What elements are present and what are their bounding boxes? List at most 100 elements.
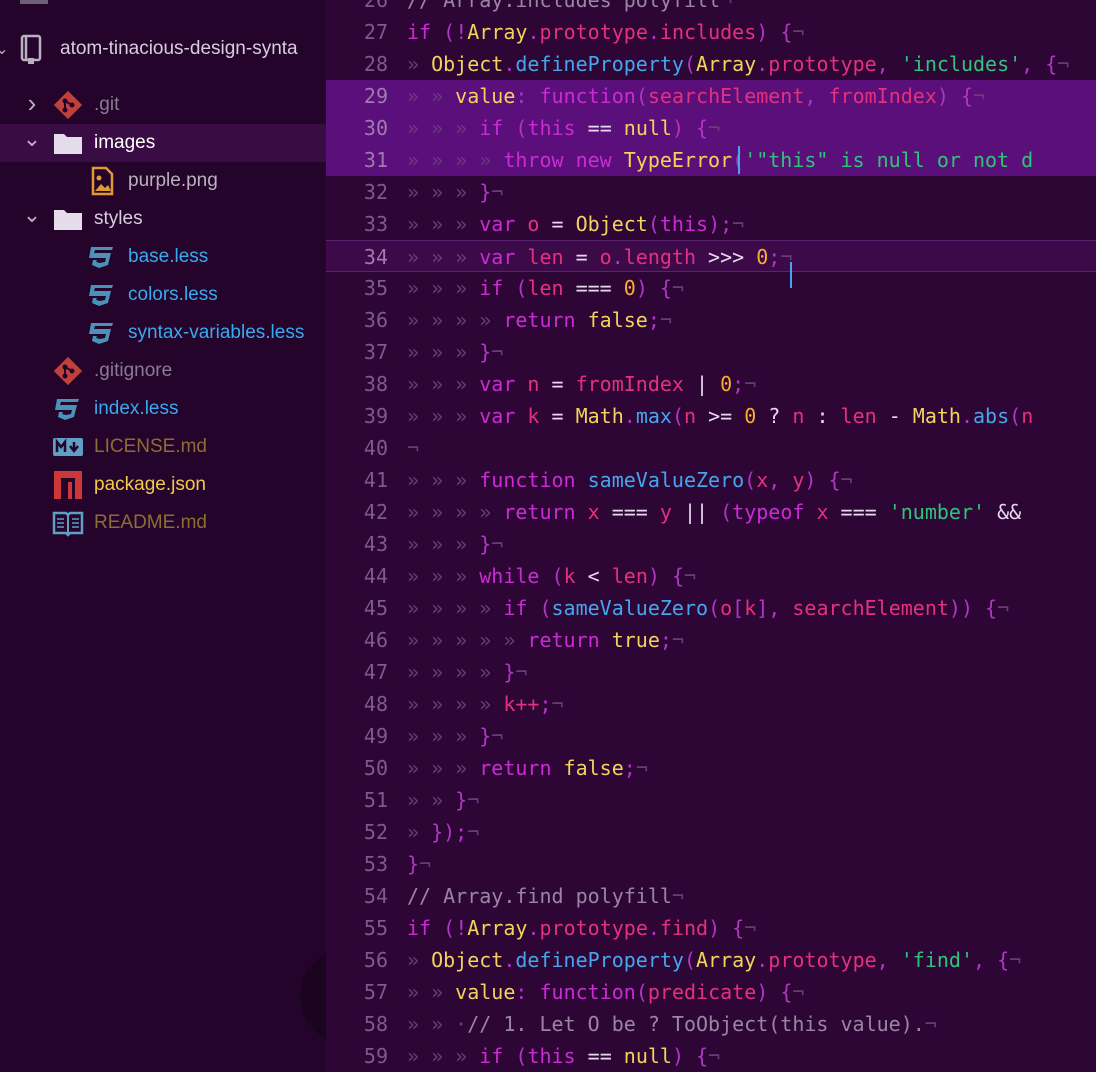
- chevron-down-icon: ⌄: [0, 41, 9, 58]
- code-line[interactable]: 59 » » » if (this == null) {¬: [326, 1040, 1096, 1072]
- chevron-right-icon[interactable]: ›: [22, 88, 42, 119]
- tree-item-syntax-variables-less[interactable]: syntax-variables.less: [0, 314, 326, 352]
- code-line[interactable]: 49 » » » }¬: [326, 720, 1096, 752]
- code-line[interactable]: 28 » Object.defineProperty(Array.prototyp…: [326, 48, 1096, 80]
- line-number: 36: [363, 308, 388, 332]
- code-text: » » » » throw new TypeError('"this" is n…: [407, 148, 1034, 172]
- code-line[interactable]: 48 » » » » k++;¬: [326, 688, 1096, 720]
- code-text: » });¬: [407, 820, 480, 844]
- code-line[interactable]: 43 » » » }¬: [326, 528, 1096, 560]
- project-name: atom-tinacious-design-synta: [60, 38, 298, 59]
- code-line[interactable]: 38 » » » var n = fromIndex | 0;¬: [326, 368, 1096, 400]
- code-line[interactable]: 35 » » » if (len === 0) {¬: [326, 272, 1096, 304]
- code-line[interactable]: 52 » });¬: [326, 816, 1096, 848]
- collapse-sidebar-button[interactable]: ‹: [300, 948, 326, 1044]
- code-line[interactable]: 36 » » » » return false;¬: [326, 304, 1096, 336]
- code-line[interactable]: 32 » » » }¬: [326, 176, 1096, 208]
- code-line[interactable]: 50 » » » return false;¬: [326, 752, 1096, 784]
- line-number: 57: [363, 980, 388, 1004]
- code-line[interactable]: 44 » » » while (k < len) {¬: [326, 560, 1096, 592]
- tree-item-images[interactable]: ⌄ images: [0, 124, 326, 162]
- tree-item-label: LICENSE.md: [94, 436, 207, 457]
- code-text: » » » » }¬: [407, 660, 528, 684]
- code-line[interactable]: 57 » » value: function(predicate) {¬: [326, 976, 1096, 1008]
- tree-item-colors-less[interactable]: colors.less: [0, 276, 326, 314]
- code-line[interactable]: 45 » » » » if (sameValueZero(o[k], search…: [326, 592, 1096, 624]
- tree-item-readme-md[interactable]: README.md: [0, 504, 326, 542]
- code-text: » » » }¬: [407, 340, 504, 364]
- code-line[interactable]: 42 » » » » return x === y || (typeof x ==…: [326, 496, 1096, 528]
- code-text: // Array.includes polyfill¬: [407, 0, 733, 12]
- code-text: » » » » return false;¬: [407, 308, 672, 332]
- code-line[interactable]: 29 » » value: function(searchElement, fro…: [326, 80, 1096, 112]
- line-number: 31: [363, 148, 388, 172]
- code-line[interactable]: 47 » » » » }¬: [326, 656, 1096, 688]
- code-line[interactable]: 41 » » » function sameValueZero(x, y) {¬: [326, 464, 1096, 496]
- code-line[interactable]: 27 if (!Array.prototype.includes) {¬: [326, 16, 1096, 48]
- code-text: » » » var k = Math.max(n >= 0 ? n : len …: [407, 404, 1034, 428]
- code-line[interactable]: 26 // Array.includes polyfill¬: [326, 0, 1096, 16]
- line-number: 35: [363, 276, 388, 300]
- project-root[interactable]: ⌄ atom-tinacious-design-synta: [0, 30, 326, 68]
- line-number: 29: [363, 84, 388, 108]
- code-text: // Array.find polyfill¬: [407, 884, 684, 908]
- line-number: 56: [363, 948, 388, 972]
- line-number: 38: [363, 372, 388, 396]
- code-line[interactable]: 56 » Object.defineProperty(Array.prototyp…: [326, 944, 1096, 976]
- code-text: » » » function sameValueZero(x, y) {¬: [407, 468, 853, 492]
- line-number: 48: [363, 692, 388, 716]
- code-line[interactable]: 53}¬: [326, 848, 1096, 880]
- line-number: 33: [363, 212, 388, 236]
- code-line[interactable]: 39 » » » var k = Math.max(n >= 0 ? n : le…: [326, 400, 1096, 432]
- tree-item-base-less[interactable]: base.less: [0, 238, 326, 276]
- code-text: » » » return false;¬: [407, 756, 648, 780]
- code-line[interactable]: 55 if (!Array.prototype.find) {¬: [326, 912, 1096, 944]
- tree-view: ⌄ atom-tinacious-design-synta › .git ⌄ imag…: [0, 0, 326, 1072]
- line-number: 26: [363, 0, 388, 12]
- code-text: if (!Array.prototype.find) {¬: [407, 916, 757, 940]
- code-text: » » » var n = fromIndex | 0;¬: [407, 372, 757, 396]
- code-line[interactable]: 30 » » » if (this == null) {¬: [326, 112, 1096, 144]
- npm-icon: [52, 469, 84, 501]
- code-text: » » }¬: [407, 788, 480, 812]
- css-file-icon: [86, 317, 118, 349]
- tree-item-gitignore[interactable]: .gitignore: [0, 352, 326, 390]
- code-line[interactable]: 46 » » » » » return true;¬: [326, 624, 1096, 656]
- code-line[interactable]: 33 » » » var o = Object(this);¬: [326, 208, 1096, 240]
- line-number: 39: [363, 404, 388, 428]
- chevron-down-icon[interactable]: ⌄: [22, 202, 42, 228]
- code-line[interactable]: 40 ¬: [326, 432, 1096, 464]
- code-text: » » » var o = Object(this);¬: [407, 212, 745, 236]
- tree-item-index-less[interactable]: index.less: [0, 390, 326, 428]
- line-number: 45: [363, 596, 388, 620]
- tree-item-label: .git: [94, 94, 120, 115]
- git-icon: [52, 355, 84, 387]
- code-text: }¬: [407, 852, 432, 876]
- markdown-icon: [52, 431, 84, 463]
- chevron-down-icon[interactable]: ⌄: [22, 126, 42, 152]
- code-line[interactable]: 54 // Array.find polyfill¬: [326, 880, 1096, 912]
- line-number: 46: [363, 628, 388, 652]
- tree-item-git[interactable]: › .git: [0, 86, 326, 124]
- tree-item-package-json[interactable]: package.json: [0, 466, 326, 504]
- line-number: 52: [363, 820, 388, 844]
- tree-item-label: index.less: [94, 398, 179, 419]
- tree-item-purple-png[interactable]: purple.png: [0, 162, 326, 200]
- code-line[interactable]: 37 » » » }¬: [326, 336, 1096, 368]
- code-text: » » value: function(predicate) {¬: [407, 980, 805, 1004]
- tree-item-styles[interactable]: ⌄ styles: [0, 200, 326, 238]
- code-text: » » » if (len === 0) {¬: [407, 276, 684, 300]
- code-line[interactable]: 51 » » }¬: [326, 784, 1096, 816]
- code-line[interactable]: 34 » » » var len = o.length >>> 0;¬: [326, 240, 1096, 272]
- tree-item-license-md[interactable]: LICENSE.md: [0, 428, 326, 466]
- code-line[interactable]: 31 » » » » throw new TypeError('"this" is…: [326, 144, 1096, 176]
- code-text: » » » }¬: [407, 532, 504, 556]
- code-text: if (!Array.prototype.includes) {¬: [407, 20, 805, 44]
- line-number: 40: [363, 436, 388, 460]
- tree-item-label: images: [94, 132, 156, 153]
- code-line[interactable]: 58 » » ·// 1. Let O be ? ToObject(this va…: [326, 1008, 1096, 1040]
- line-number: 50: [363, 756, 388, 780]
- code-editor[interactable]: 26 // Array.includes polyfill¬ 27 if (!Arra…: [326, 0, 1096, 1072]
- line-number: 51: [363, 788, 388, 812]
- repo-icon: [20, 34, 42, 64]
